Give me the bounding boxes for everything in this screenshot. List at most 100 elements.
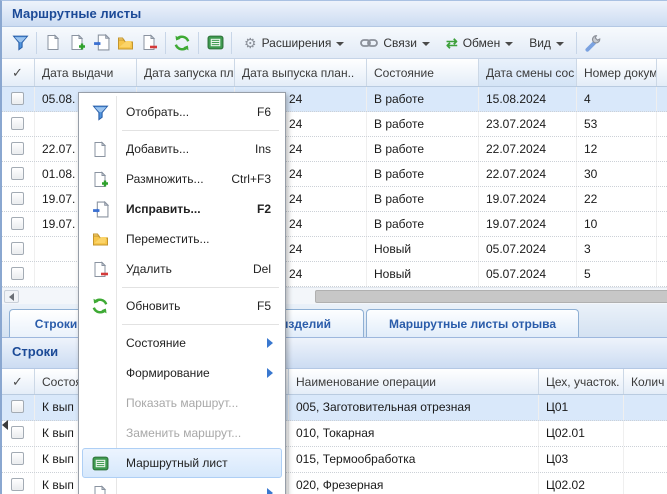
page-title: Маршрутные листы (12, 6, 141, 21)
menu-item-формирование[interactable]: Формирование (82, 358, 282, 388)
scroll-left-button[interactable] (4, 290, 19, 303)
doc-icon (83, 485, 117, 494)
column-header-issue-date[interactable]: Дата выдачи (35, 59, 137, 86)
exchange-menu[interactable]: ⇄ Обмен (438, 31, 521, 55)
links-menu[interactable]: Связи (352, 31, 438, 55)
menu-item-добавить[interactable]: Добавить...Ins (82, 134, 282, 164)
cell-filler (657, 162, 667, 186)
add-button[interactable] (41, 31, 65, 55)
cell-shop: Ц01 (539, 395, 624, 420)
checkbox[interactable] (11, 117, 24, 130)
column-header-quantity[interactable]: Колич (624, 369, 667, 394)
link-icon (360, 36, 378, 50)
view-menu[interactable]: Вид (521, 31, 572, 55)
cell-state: В работе (367, 87, 479, 111)
menu-item-обновить[interactable]: ОбновитьF5 (82, 291, 282, 321)
scroll-left-icon (9, 293, 14, 301)
row-checkbox-cell (2, 137, 35, 161)
select-all-header[interactable]: ✓ (2, 369, 35, 394)
refresh-button[interactable] (170, 31, 194, 55)
refresh-icon (173, 34, 191, 52)
menu-item-label: Заменить маршрут... (117, 426, 281, 440)
select-all-header[interactable]: ✓ (2, 59, 35, 86)
settings-wrench-button[interactable] (581, 31, 605, 55)
row-checkbox-cell (2, 162, 35, 186)
cell-doc-number: 4 (577, 87, 657, 111)
menu-item-размножить[interactable]: Размножить...Ctrl+F3 (82, 164, 282, 194)
menu-item-label: Переместить... (117, 232, 281, 246)
menu-item-label: Обновить (117, 299, 257, 313)
cell-state-change-date: 15.08.2024 (479, 87, 577, 111)
doc-minus-icon (83, 261, 117, 278)
menu-item-label: Маршрутный лист (117, 456, 281, 470)
cell-filler (657, 237, 667, 261)
column-header-shop[interactable]: Цех, участок. (539, 369, 624, 394)
filter-button[interactable] (8, 31, 32, 55)
checkbox[interactable] (11, 452, 24, 465)
chevron-down-icon (505, 42, 513, 46)
checkbox[interactable] (11, 400, 24, 413)
menu-item-label: Удалить (117, 262, 253, 276)
export-excel-button[interactable] (203, 31, 227, 55)
menu-item-partial[interactable] (82, 478, 282, 494)
menu-item-маршрутный-лист[interactable]: Маршрутный лист (82, 448, 282, 478)
menu-separator (122, 287, 279, 288)
column-header-release-date[interactable]: Дата выпуска план.. (235, 59, 367, 86)
checkbox[interactable] (11, 92, 24, 105)
menu-item-заменить-маршрут: Заменить маршрут... (82, 418, 282, 448)
menu-item-исправить[interactable]: Исправить...F2 (82, 194, 282, 224)
cell-operation-name: 015, Термообработка (289, 447, 539, 472)
extensions-menu[interactable]: ⚙ Расширения (236, 31, 352, 55)
column-header-launch-date[interactable]: Дата запуска пл (137, 59, 235, 86)
checkbox[interactable] (11, 192, 24, 205)
folder-icon (117, 35, 134, 51)
row-checkbox-cell (2, 473, 35, 494)
menu-item-удалить[interactable]: УдалитьDel (82, 254, 282, 284)
duplicate-button[interactable] (65, 31, 89, 55)
column-header-state[interactable]: Состояние (367, 59, 479, 86)
delete-button[interactable] (137, 31, 161, 55)
checkbox[interactable] (11, 267, 24, 280)
menu-item-отобрать[interactable]: Отобрать...F6 (82, 97, 282, 127)
cell-doc-number: 30 (577, 162, 657, 186)
move-button[interactable] (113, 31, 137, 55)
checkbox[interactable] (11, 217, 24, 230)
menu-item-переместить[interactable]: Переместить... (82, 224, 282, 254)
menu-item-shortcut: Del (253, 262, 281, 276)
cell-state: В работе (367, 187, 479, 211)
menu-item-shortcut: F6 (257, 105, 281, 119)
cell-quantity (624, 395, 667, 420)
cell-doc-number: 12 (577, 137, 657, 161)
column-header-operation-name[interactable]: Наименование операции (289, 369, 539, 394)
cell-shop: Ц02.02 (539, 473, 624, 494)
menu-item-состояние[interactable]: Состояние (82, 328, 282, 358)
menu-item-shortcut: Ctrl+F3 (231, 172, 281, 186)
view-menu-label: Вид (529, 36, 551, 50)
row-checkbox-cell (2, 87, 35, 111)
cell-filler (657, 212, 667, 236)
cell-state: Новый (367, 262, 479, 286)
checkbox[interactable] (11, 142, 24, 155)
scrollbar-thumb[interactable] (315, 290, 667, 303)
column-header-doc-number[interactable]: Номер докум (577, 59, 657, 86)
cell-operation-name: 010, Токарная (289, 421, 539, 446)
cell-doc-number: 53 (577, 112, 657, 136)
checkbox[interactable] (11, 426, 24, 439)
window-titlebar: Маршрутные листы (2, 1, 667, 27)
row-checkbox-cell (2, 395, 35, 420)
cell-quantity (624, 473, 667, 494)
cell-state: Новый (367, 237, 479, 261)
refresh-icon (83, 297, 117, 315)
cell-operation-name: 005, Заготовительная отрезная (289, 395, 539, 420)
edit-button[interactable] (89, 31, 113, 55)
cell-state: В работе (367, 162, 479, 186)
checkbox[interactable] (11, 167, 24, 180)
column-header-state-change-date[interactable]: Дата смены сос (479, 59, 577, 86)
cell-quantity (624, 421, 667, 446)
splitter-collapse-icon[interactable] (2, 420, 8, 430)
checkbox[interactable] (11, 478, 24, 491)
row-checkbox-cell (2, 187, 35, 211)
tab-tearoff-route-sheets[interactable]: Маршрутные листы отрыва (366, 309, 579, 337)
toolbar-separator (36, 32, 37, 54)
checkbox[interactable] (11, 242, 24, 255)
